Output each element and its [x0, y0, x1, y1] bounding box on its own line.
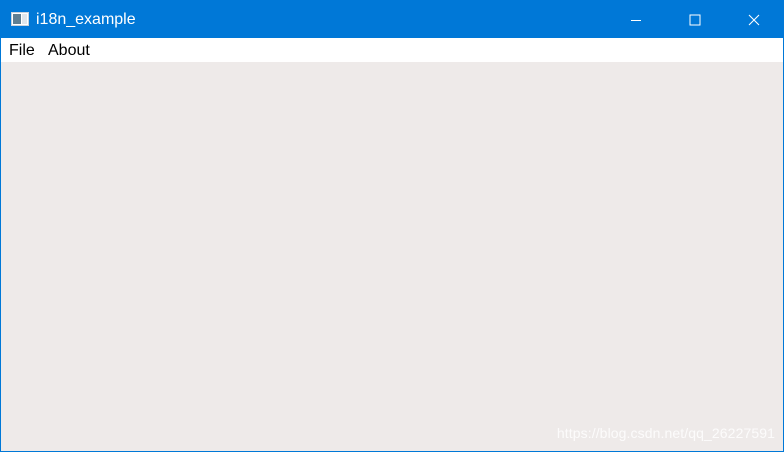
menu-item-about[interactable]: About [47, 41, 91, 61]
close-icon [748, 14, 760, 26]
app-window: i18n_example File About https://blog.csd… [0, 0, 784, 452]
watermark-text: https://blog.csdn.net/qq_26227591 [556, 425, 775, 441]
window-title: i18n_example [36, 11, 136, 28]
app-window-icon [11, 12, 29, 26]
minimize-button[interactable] [607, 1, 665, 38]
menu-item-file[interactable]: File [8, 41, 36, 61]
minimize-icon [630, 14, 642, 26]
main-client-area: https://blog.csdn.net/qq_26227591 [1, 62, 783, 451]
title-bar[interactable]: i18n_example [1, 1, 783, 38]
menu-bar: File About [1, 38, 783, 62]
close-button[interactable] [725, 1, 783, 38]
maximize-button[interactable] [666, 1, 724, 38]
maximize-icon [689, 14, 701, 26]
